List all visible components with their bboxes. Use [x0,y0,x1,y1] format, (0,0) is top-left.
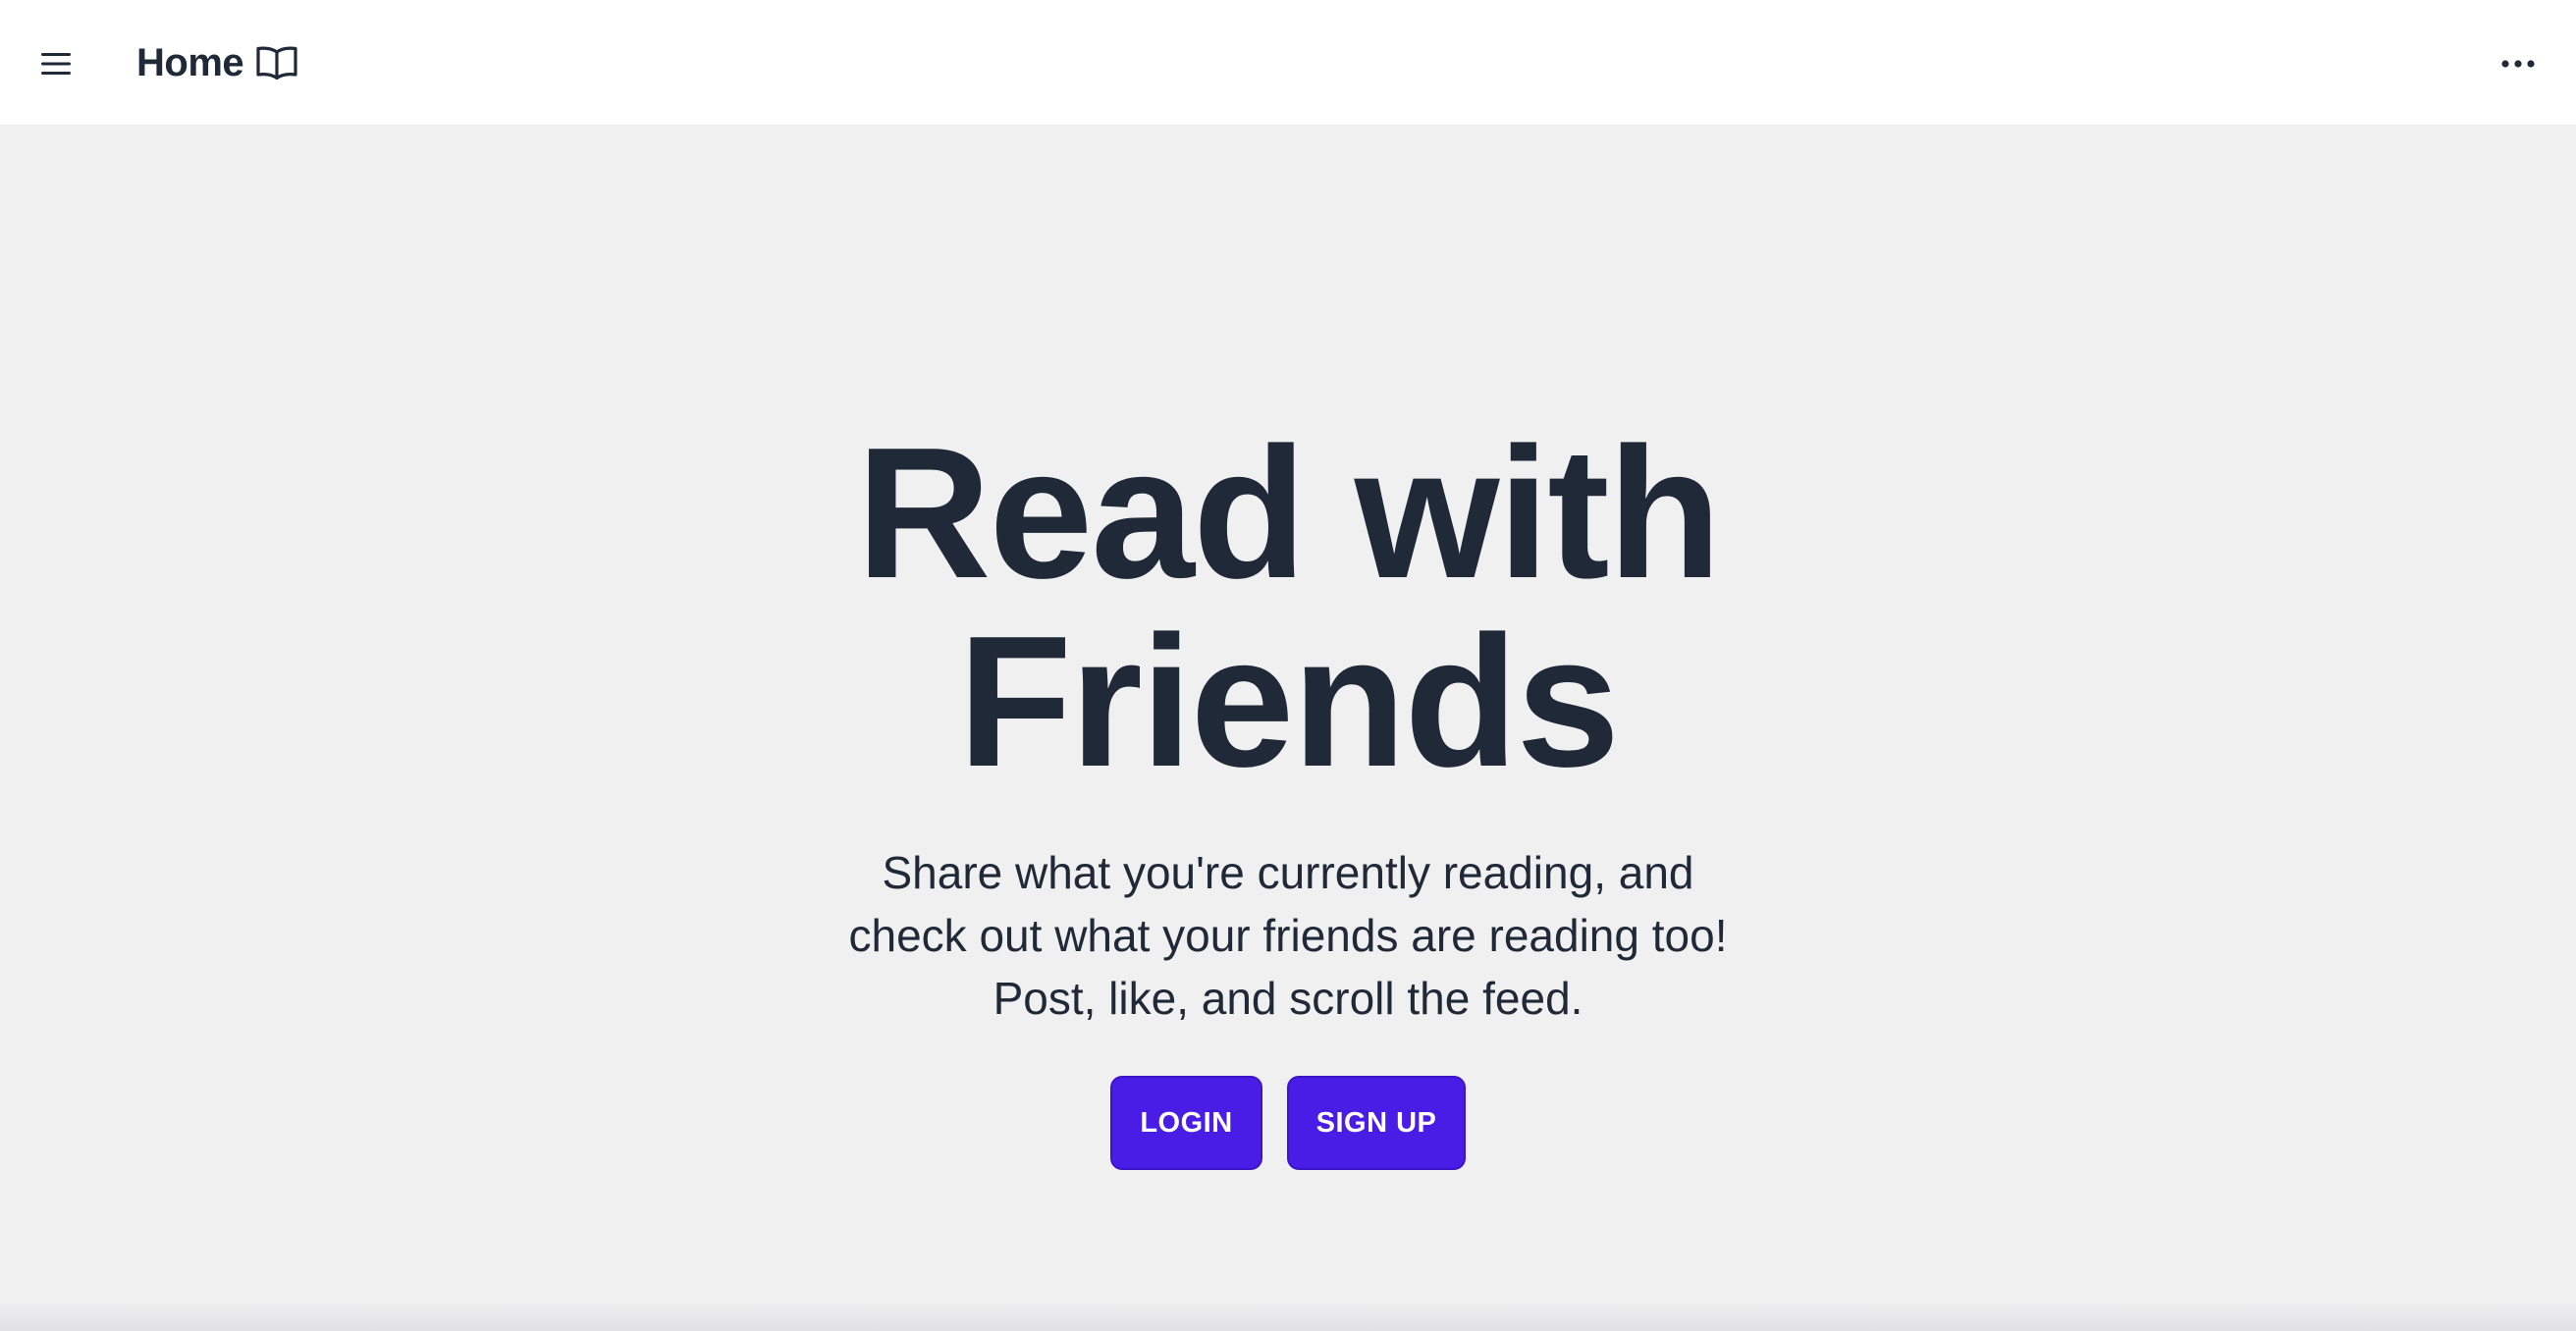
bottom-shadow [0,1302,2576,1331]
sign-up-button[interactable]: SIGN UP [1287,1076,1466,1170]
open-book-icon [256,46,297,80]
auth-actions: LOGIN SIGN UP [0,1076,2576,1170]
hero-title-line-1: Read with [856,409,1721,617]
home-label: Home [136,40,244,84]
more-options-button[interactable] [2492,37,2545,90]
top-navbar: Home [0,0,2576,125]
home-link[interactable]: Home [136,35,298,90]
more-horizontal-icon [2501,60,2535,68]
hero-title-line-2: Friends [957,598,1620,806]
hamburger-menu-button[interactable] [29,37,82,90]
hero-title: Read with Friends [0,419,2576,796]
hero-subtitle: Share what you're currently reading, and… [848,847,1728,1024]
hero-section: Read with Friends Share what you're curr… [0,125,2576,1331]
login-button[interactable]: LOGIN [1110,1076,1262,1170]
hamburger-menu-icon [41,53,71,75]
